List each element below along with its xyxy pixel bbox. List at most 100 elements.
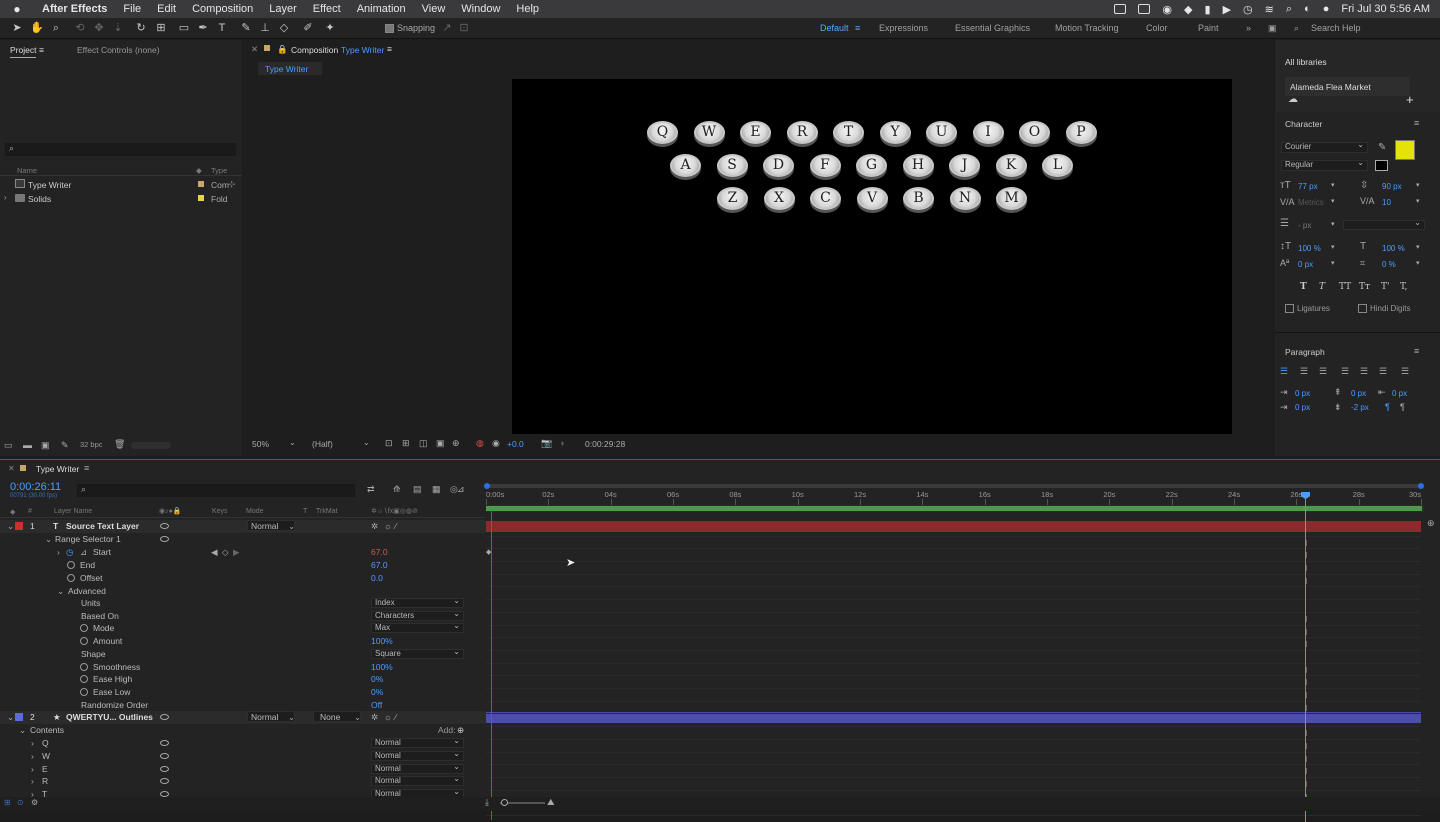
screen-record-icon[interactable] [1114,4,1127,14]
chevron-down-icon[interactable]: ▾ [1331,259,1335,267]
time-ruler[interactable]: 0:00s 02s 04s 06s 08s 10s 12s 14s 16s 18s 20s 22s 24… [486,489,1424,505]
chevron-down-icon[interactable]: ⌄ [288,712,295,723]
collapse-icon[interactable]: ⌄ [19,725,26,736]
leading-value[interactable]: 90 px [1382,182,1402,191]
stopwatch-icon[interactable] [80,675,88,683]
workspace-motion-tracking[interactable]: Motion Tracking [1055,23,1119,33]
menu-composition[interactable]: Composition [184,3,261,15]
label-column-icon[interactable]: ◆ [10,508,15,516]
small-caps-button[interactable]: Tт [1359,282,1370,292]
window-icon[interactable] [1138,4,1151,14]
justify-left-icon[interactable]: ☰ [1341,366,1349,377]
vertical-scale-value[interactable]: 100 % [1298,244,1321,253]
content-item-name[interactable]: W [42,751,50,761]
switches-icon[interactable]: ✲☼∖fx▣◎◍⊘ [371,507,418,515]
libraries-header[interactable]: All libraries [1285,57,1327,67]
transfer-controls-icon[interactable]: ⊙ [17,798,24,807]
search-icon[interactable]: ⌕ [1286,3,1292,16]
space-before-value[interactable]: 0 px [1351,389,1366,398]
comp-tab-prefix[interactable]: Composition [291,45,338,55]
shy-switch-icon[interactable]: ✲ [371,712,378,723]
new-composition-icon[interactable]: ▣ [41,440,50,451]
rectangle-tool-icon[interactable]: ▭ [177,21,191,35]
snap-option-icon[interactable]: ↗ [440,21,454,35]
zoom-select[interactable]: 50% [252,439,269,449]
tab-project[interactable]: Project [10,45,37,58]
chevron-down-icon[interactable]: ⌄ [289,438,296,447]
start-property-row[interactable]: › ◷ ⊿ Start ◀ ◇ ▶ 67.0 [0,546,486,559]
snap-grid-icon[interactable]: ⊡ [457,21,471,35]
faux-bold-button[interactable]: T [1300,282,1307,292]
eraser-tool-icon[interactable]: ◇ [277,21,291,35]
black-swatch[interactable] [1375,160,1388,171]
stopwatch-icon[interactable] [80,637,88,645]
add-content-icon[interactable]: ⊕ [457,725,464,736]
collapse-icon[interactable]: ⌄ [57,586,64,597]
expand-arrow-icon[interactable]: › [31,738,34,748]
content-blend-select[interactable]: Normal [371,775,464,786]
frame-blending-icon[interactable]: ▦ [432,484,441,495]
guides-icon[interactable]: ▣ [436,438,445,449]
project-search-input[interactable]: ⌕ [5,143,236,156]
character-menu-icon[interactable]: ≡ [1414,118,1419,128]
column-type[interactable]: Type [211,166,227,175]
stroke-style-select[interactable] [1343,219,1425,230]
stroke-width-value[interactable]: - px [1298,221,1311,230]
anchor-tool-icon[interactable]: ⊞ [154,21,168,35]
pen-tool-icon[interactable]: ✒ [196,21,210,35]
zoom-out-icon[interactable]: ⤓ [485,797,489,808]
content-blend-select[interactable]: Normal [371,737,464,748]
content-item-name[interactable]: R [42,776,48,786]
project-item[interactable]: › Solids Fold [0,193,242,205]
ease-low-row[interactable]: Ease Low 0% [0,686,486,699]
range-selector-name[interactable]: Range Selector 1 [55,534,121,544]
draft-3d-icon[interactable]: ⟰ [393,484,401,495]
stopwatch-icon[interactable] [80,624,88,632]
work-area-bar[interactable] [486,505,1424,512]
add-library-icon[interactable]: + [1406,92,1414,107]
label-column-icon[interactable]: ◆ [196,166,202,175]
resolution-select[interactable]: (Half) [312,439,333,449]
justify-all-icon[interactable]: ☰ [1401,366,1409,377]
col-t[interactable]: T [303,508,307,515]
bpc-label[interactable]: 32 bpc [80,440,103,449]
chevron-down-icon[interactable]: ▾ [1331,181,1335,189]
indent-right-value[interactable]: 0 px [1392,389,1407,398]
creative-cloud-icon[interactable]: ◉ [1162,3,1172,16]
workspace-paint[interactable]: Paint [1198,23,1219,33]
end-value[interactable]: 67.0 [371,560,388,570]
comp-button-icon[interactable]: ⊕ [1427,518,1435,529]
ltr-direction-icon[interactable]: ¶ [1385,402,1390,412]
channel-icon[interactable]: ◍ [476,438,484,449]
settings-icon[interactable]: ✎ [61,440,69,451]
color-management-icon[interactable]: ◉ [492,438,500,449]
range-selector-row[interactable]: ⌄ Range Selector 1 [0,533,486,546]
cloud-icon[interactable]: ☁ [1288,94,1298,105]
collapse-switch-icon[interactable]: ☼ [384,521,392,531]
align-right-icon[interactable]: ☰ [1319,366,1327,377]
layer-row-2[interactable]: ⌄ 2 ★ QWERTYU... Outlines Normal ⌄ None … [0,711,486,724]
hindi-digits-checkbox[interactable] [1358,304,1367,313]
mask-visibility-icon[interactable]: ◫ [419,438,428,449]
col-trkmat[interactable]: TrkMat [316,508,338,515]
align-left-icon[interactable]: ☰ [1280,366,1288,377]
new-folder-icon[interactable]: ▬ [23,440,32,450]
chevron-down-icon[interactable]: ▾ [1331,197,1335,205]
font-family-select[interactable]: Courier [1281,141,1368,153]
collapse-icon[interactable]: ⌄ [45,534,52,545]
mode-row[interactable]: Mode Max [0,622,486,635]
clone-stamp-tool-icon[interactable]: ⊥ [258,21,272,35]
expand-arrow-icon[interactable]: › [4,193,7,202]
graph-editor-icon[interactable]: ⊿ [457,484,465,495]
comp-mini-flowchart-icon[interactable]: ⇄ [367,484,375,495]
rotation-tool-icon[interactable]: ↻ [134,21,148,35]
stopwatch-icon[interactable] [80,663,88,671]
help-search-icon[interactable]: ⌕ [1294,23,1299,34]
content-blend-select[interactable]: Normal [371,750,464,761]
start-value[interactable]: 67.0 [371,547,388,557]
visibility-eye-icon[interactable] [160,753,169,759]
control-center-icon[interactable]: ◐ [1304,3,1311,15]
visibility-eye-icon[interactable] [160,766,169,772]
stopwatch-icon[interactable]: ◷ [66,547,73,558]
transparency-grid-icon[interactable]: ⊞ [402,438,410,449]
